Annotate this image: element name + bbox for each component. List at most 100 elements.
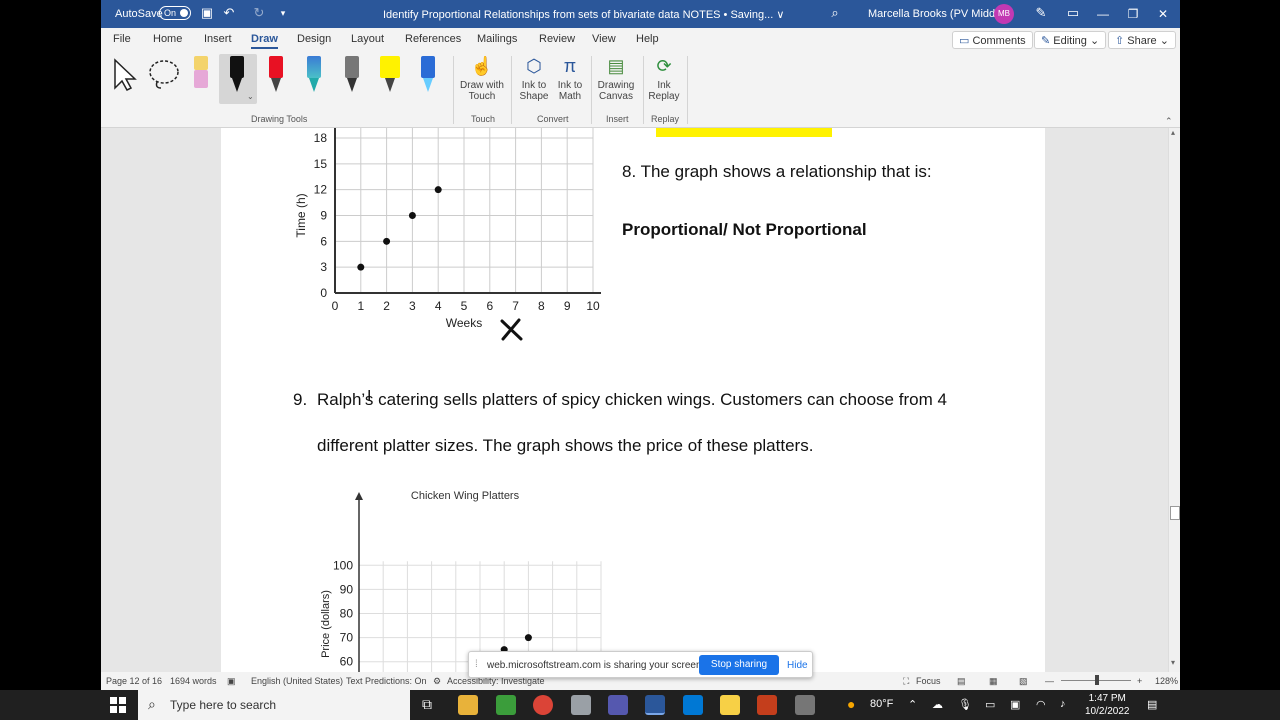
- tab-mailings[interactable]: Mailings: [477, 33, 517, 45]
- restore-button[interactable]: ❐: [1119, 4, 1147, 24]
- battery-icon[interactable]: ▭: [985, 698, 995, 711]
- teams-icon[interactable]: [608, 695, 628, 715]
- word-count[interactable]: 1694 words: [170, 676, 217, 686]
- lasso-select-icon[interactable]: [147, 58, 183, 92]
- tray-chevron-icon[interactable]: ⌃: [908, 698, 917, 711]
- close-button[interactable]: ✕: [1149, 4, 1177, 24]
- weather-sun-icon[interactable]: ●: [847, 696, 855, 712]
- focus-label[interactable]: Focus: [916, 676, 941, 686]
- minimize-button[interactable]: —: [1089, 4, 1117, 24]
- volume-icon[interactable]: ♪: [1060, 698, 1066, 710]
- pen-red[interactable]: [264, 56, 288, 96]
- pen-galaxy[interactable]: [302, 56, 326, 96]
- file-explorer-icon[interactable]: [458, 695, 478, 715]
- save-icon[interactable]: ▣: [199, 5, 215, 21]
- vertical-scrollbar[interactable]: ▴ ▾: [1168, 128, 1180, 672]
- drag-handle-icon[interactable]: ⁞: [475, 659, 478, 670]
- web-layout-icon[interactable]: ▧: [1019, 676, 1028, 687]
- customize-toolbar-icon[interactable]: ▾: [275, 5, 291, 21]
- ink-to-math-button[interactable]: π Ink to Math: [553, 54, 587, 102]
- zoom-level[interactable]: 128%: [1155, 676, 1178, 686]
- zoom-out-icon[interactable]: —: [1045, 676, 1054, 686]
- drawing-tools-label: Drawing Tools: [251, 114, 308, 124]
- ink-to-shape-button[interactable]: ⬡ Ink to Shape: [517, 54, 551, 102]
- zoom-slider-handle[interactable]: [1095, 675, 1099, 685]
- document-page[interactable]: 0 1 2 3 4 5 6 7 8 9 10 0 3 6 9 12 15 18 Weeks Time (h) 8. T…: [221, 128, 1045, 672]
- tab-design[interactable]: Design: [297, 33, 331, 45]
- word-taskbar-icon[interactable]: [645, 695, 665, 715]
- tab-layout[interactable]: Layout: [351, 33, 384, 45]
- tab-help[interactable]: Help: [636, 33, 659, 45]
- x-tick-label: 4: [435, 299, 442, 313]
- pen-gray[interactable]: [340, 56, 364, 96]
- ink-replay-button[interactable]: ⟳ Ink Replay: [647, 54, 681, 102]
- wifi-icon[interactable]: ◠: [1036, 698, 1046, 711]
- weather-temp[interactable]: 80°F: [870, 698, 893, 710]
- pen-dropdown-icon[interactable]: ⌄: [247, 92, 254, 101]
- tab-home[interactable]: Home: [153, 33, 182, 45]
- pen-black[interactable]: [225, 56, 249, 96]
- undo-icon[interactable]: ↶: [221, 5, 237, 21]
- data-point: [524, 634, 532, 642]
- app-icon[interactable]: [571, 695, 591, 715]
- drawing-canvas-button[interactable]: ▤ Drawing Canvas: [595, 54, 637, 102]
- zoom-in-icon[interactable]: +: [1137, 676, 1142, 686]
- tab-insert[interactable]: Insert: [204, 33, 232, 45]
- focus-icon[interactable]: ⛶: [903, 676, 909, 687]
- store-icon[interactable]: [496, 695, 516, 715]
- collapse-ribbon-icon[interactable]: ⌃: [1165, 116, 1173, 127]
- document-title[interactable]: Identify Proportional Relationships from…: [383, 8, 784, 21]
- document-canvas[interactable]: 0 1 2 3 4 5 6 7 8 9 10 0 3 6 9 12 15 18 Weeks Time (h) 8. T…: [101, 128, 1168, 672]
- tab-file[interactable]: File: [113, 33, 131, 45]
- display-icon[interactable]: ▣: [1010, 698, 1020, 711]
- comments-button[interactable]: ▭ Comments: [952, 31, 1033, 49]
- hide-button[interactable]: Hide: [787, 660, 808, 671]
- autosave-toggle[interactable]: On: [159, 6, 191, 20]
- tab-view[interactable]: View: [592, 33, 616, 45]
- notifications-icon[interactable]: ▤: [1147, 698, 1157, 711]
- chrome-icon[interactable]: [533, 695, 553, 715]
- outlook-icon[interactable]: [683, 695, 703, 715]
- scroll-thumb[interactable]: [1170, 506, 1180, 520]
- taskbar-search[interactable]: ⌕ Type here to search: [138, 690, 410, 720]
- tab-draw[interactable]: Draw: [251, 33, 278, 49]
- ribbon-display-icon[interactable]: ▭: [1065, 5, 1081, 21]
- read-mode-icon[interactable]: ▤: [957, 676, 966, 687]
- proofing-icon[interactable]: ▣: [227, 676, 236, 687]
- tab-review[interactable]: Review: [539, 33, 575, 45]
- system-clock[interactable]: 1:47 PM 10/2/2022: [1085, 692, 1130, 718]
- stop-sharing-button[interactable]: Stop sharing: [699, 655, 779, 675]
- replay-group-label: Replay: [651, 114, 680, 124]
- editing-label: Editing ⌄: [1053, 35, 1100, 47]
- draw-with-touch-button[interactable]: ☝ Draw with Touch: [459, 54, 505, 102]
- scroll-down-icon[interactable]: ▾: [1171, 658, 1175, 667]
- share-button[interactable]: ⇧ Share ⌄: [1108, 31, 1176, 49]
- separator: [591, 56, 592, 124]
- editing-button[interactable]: ✎ Editing ⌄: [1034, 31, 1107, 49]
- search-icon[interactable]: ⌕: [827, 5, 843, 21]
- page-count[interactable]: Page 12 of 16: [106, 676, 162, 686]
- windows-start-icon[interactable]: [110, 697, 126, 713]
- pen-icon[interactable]: ✎: [1033, 5, 1049, 21]
- user-name[interactable]: Marcella Brooks (PV Middle): [868, 8, 1007, 20]
- avatar[interactable]: MB: [994, 4, 1014, 24]
- highlighter-yellow[interactable]: [378, 56, 402, 96]
- sticky-notes-icon[interactable]: [720, 695, 740, 715]
- redo-icon[interactable]: ↻: [251, 5, 267, 21]
- language[interactable]: English (United States): [251, 676, 343, 686]
- select-cursor-icon[interactable]: [111, 58, 139, 92]
- accessibility-icon[interactable]: ⚙: [433, 676, 441, 687]
- text-predictions[interactable]: Text Predictions: On: [346, 676, 427, 686]
- pen-sparkle[interactable]: [416, 56, 440, 96]
- calculator-icon[interactable]: [795, 695, 815, 715]
- powerpoint-icon[interactable]: [757, 695, 777, 715]
- ink-replay-label: Ink Replay: [648, 80, 680, 102]
- task-view-icon[interactable]: ⧉: [422, 696, 432, 713]
- onedrive-icon[interactable]: ☁: [932, 698, 943, 711]
- scroll-up-icon[interactable]: ▴: [1171, 128, 1175, 137]
- tab-references[interactable]: References: [405, 33, 461, 45]
- separator: [453, 56, 454, 124]
- microphone-icon[interactable]: 🎙: [958, 698, 972, 711]
- eraser-tool[interactable]: [189, 56, 213, 96]
- print-layout-icon[interactable]: ▦: [989, 676, 998, 687]
